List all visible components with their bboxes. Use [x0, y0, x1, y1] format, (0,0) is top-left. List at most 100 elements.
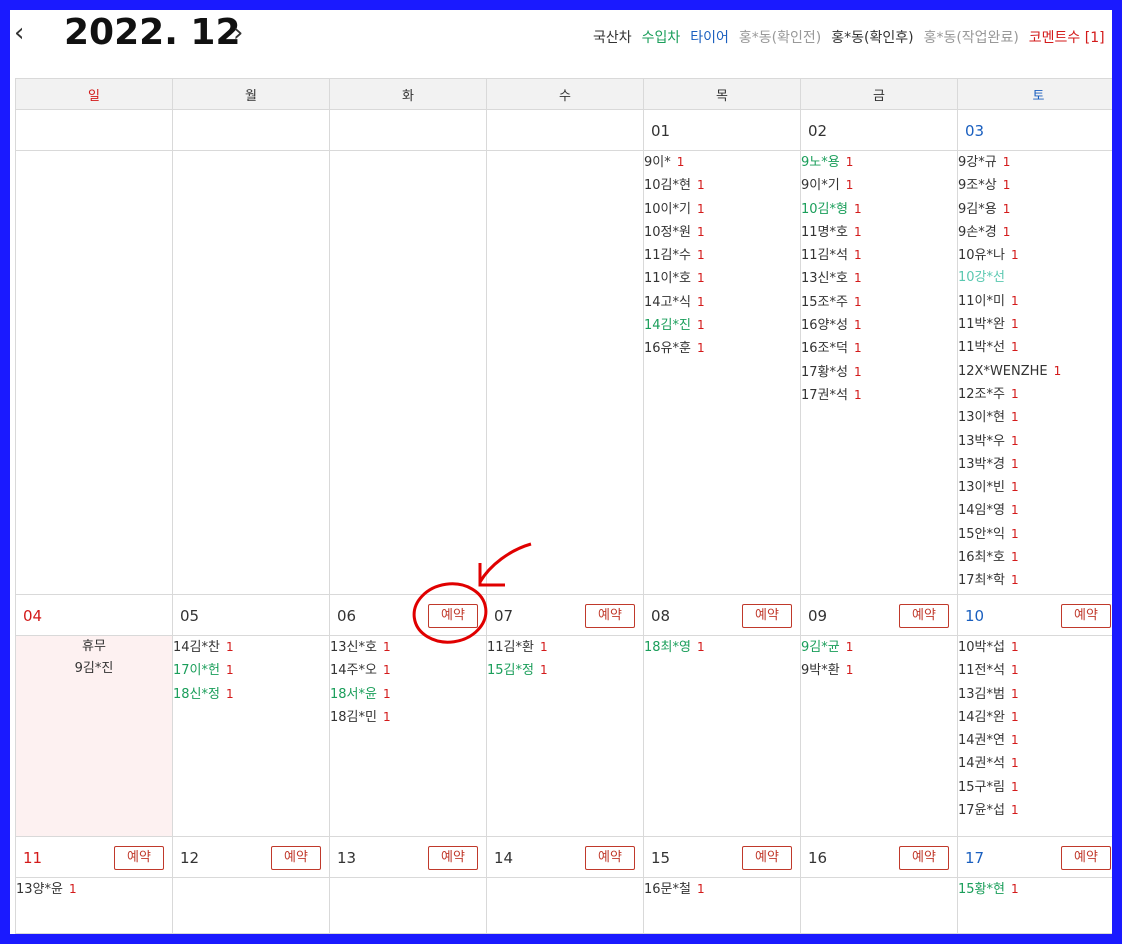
booking-name[interactable]: 13신*호	[330, 640, 377, 655]
booking-name[interactable]: 11이*호	[644, 271, 691, 286]
booking-entry[interactable]: 13양*윤 1	[16, 878, 172, 901]
reserve-button[interactable]: 예약	[428, 604, 478, 628]
booking-name[interactable]: 17최*학	[958, 573, 1005, 588]
booking-entry[interactable]: 11전*석 1	[958, 659, 1112, 682]
booking-name[interactable]: 16양*성	[801, 318, 848, 333]
booking-entry[interactable]: 11이*미 1	[958, 290, 1112, 313]
booking-entry[interactable]: 10이*기 1	[644, 198, 800, 221]
booking-entry[interactable]: 13신*호 1	[330, 636, 486, 659]
booking-entry[interactable]: 10박*섭 1	[958, 636, 1112, 659]
booking-name[interactable]: 16조*덕	[801, 341, 848, 356]
booking-name[interactable]: 11김*수	[644, 248, 691, 263]
booking-entry[interactable]: 9김*용 1	[958, 198, 1112, 221]
booking-entry[interactable]: 12X*WENZHE 1	[958, 360, 1112, 383]
booking-entry[interactable]: 9강*규 1	[958, 151, 1112, 174]
booking-name[interactable]: 10강*선	[958, 270, 1005, 285]
booking-entry[interactable]: 15안*익 1	[958, 523, 1112, 546]
reserve-button[interactable]: 예약	[742, 604, 792, 628]
next-month-icon[interactable]: ›	[233, 20, 243, 46]
booking-name[interactable]: 14고*식	[644, 295, 691, 310]
booking-name[interactable]: 13이*빈	[958, 480, 1005, 495]
booking-name[interactable]: 10유*나	[958, 248, 1005, 263]
booking-name[interactable]: 11김*환	[487, 640, 534, 655]
booking-entry[interactable]: 17윤*섭 1	[958, 799, 1112, 822]
booking-name[interactable]: 15황*현	[958, 882, 1005, 897]
booking-entry[interactable]: 14권*연 1	[958, 729, 1112, 752]
booking-name[interactable]: 9노*용	[801, 155, 840, 170]
booking-entry[interactable]: 14김*진 1	[644, 314, 800, 337]
booking-entry[interactable]: 13김*범 1	[958, 683, 1112, 706]
booking-name[interactable]: 10정*원	[644, 225, 691, 240]
reserve-button[interactable]: 예약	[271, 846, 321, 870]
booking-entry[interactable]: 9조*상 1	[958, 174, 1112, 197]
booking-name[interactable]: 11박*선	[958, 340, 1005, 355]
booking-name[interactable]: 18김*민	[330, 710, 377, 725]
booking-entry[interactable]: 11김*환 1	[487, 636, 643, 659]
booking-entry[interactable]: 12조*주 1	[958, 383, 1112, 406]
booking-entry[interactable]: 17권*석 1	[801, 384, 957, 407]
booking-entry[interactable]: 10정*원 1	[644, 221, 800, 244]
booking-name[interactable]: 12조*주	[958, 387, 1005, 402]
booking-entry[interactable]: 9이* 1	[644, 151, 800, 174]
booking-name[interactable]: 17황*성	[801, 365, 848, 380]
booking-entry[interactable]: 11명*호 1	[801, 221, 957, 244]
booking-entry[interactable]: 10유*나 1	[958, 244, 1112, 267]
booking-name[interactable]: 18서*윤	[330, 687, 377, 702]
booking-name[interactable]: 17이*헌	[173, 663, 220, 678]
booking-name[interactable]: 9강*규	[958, 155, 997, 170]
booking-entry[interactable]: 11김*수 1	[644, 244, 800, 267]
reserve-button[interactable]: 예약	[899, 604, 949, 628]
booking-entry[interactable]: 10김*현 1	[644, 174, 800, 197]
booking-name[interactable]: 13박*경	[958, 457, 1005, 472]
booking-entry[interactable]: 15구*림 1	[958, 776, 1112, 799]
booking-entry[interactable]: 16문*철 1	[644, 878, 800, 901]
booking-entry[interactable]: 16최*호 1	[958, 546, 1112, 569]
booking-entry[interactable]: 18최*영 1	[644, 636, 800, 659]
booking-name[interactable]: 11김*석	[801, 248, 848, 263]
booking-name[interactable]: 10박*섭	[958, 640, 1005, 655]
booking-name[interactable]: 18최*영	[644, 640, 691, 655]
booking-name[interactable]: 9박*환	[801, 663, 840, 678]
booking-name[interactable]: 15김*정	[487, 663, 534, 678]
booking-name[interactable]: 18신*정	[173, 687, 220, 702]
booking-name[interactable]: 15안*익	[958, 527, 1005, 542]
reserve-button[interactable]: 예약	[585, 604, 635, 628]
booking-name[interactable]: 14권*석	[958, 756, 1005, 771]
booking-name[interactable]: 13양*윤	[16, 882, 63, 897]
booking-entry[interactable]: 13박*경 1	[958, 453, 1112, 476]
booking-entry[interactable]: 17이*헌 1	[173, 659, 329, 682]
booking-entry[interactable]: 14주*오 1	[330, 659, 486, 682]
booking-name[interactable]: 12X*WENZHE	[958, 364, 1048, 379]
booking-name[interactable]: 10김*형	[801, 202, 848, 217]
booking-name[interactable]: 14권*연	[958, 733, 1005, 748]
booking-entry[interactable]: 10강*선	[958, 267, 1112, 289]
booking-entry[interactable]: 9노*용 1	[801, 151, 957, 174]
booking-entry[interactable]: 16양*성 1	[801, 314, 957, 337]
booking-entry[interactable]: 17황*성 1	[801, 361, 957, 384]
booking-name[interactable]: 9김*용	[958, 202, 997, 217]
booking-name[interactable]: 9손*경	[958, 225, 997, 240]
booking-entry[interactable]: 15김*정 1	[487, 659, 643, 682]
booking-entry[interactable]: 15조*주 1	[801, 291, 957, 314]
booking-entry[interactable]: 9손*경 1	[958, 221, 1112, 244]
booking-entry[interactable]: 13신*호 1	[801, 267, 957, 290]
prev-month-icon[interactable]: ‹	[14, 20, 24, 46]
booking-name[interactable]: 16유*훈	[644, 341, 691, 356]
booking-entry[interactable]: 14고*식 1	[644, 291, 800, 314]
booking-entry[interactable]: 14김*찬 1	[173, 636, 329, 659]
booking-name[interactable]: 10김*현	[644, 178, 691, 193]
booking-name[interactable]: 9김*균	[801, 640, 840, 655]
booking-name[interactable]: 9조*상	[958, 178, 997, 193]
booking-entry[interactable]: 18서*윤 1	[330, 683, 486, 706]
booking-name[interactable]: 14김*진	[644, 318, 691, 333]
booking-entry[interactable]: 13이*빈 1	[958, 476, 1112, 499]
booking-name[interactable]: 17윤*섭	[958, 803, 1005, 818]
reserve-button[interactable]: 예약	[114, 846, 164, 870]
booking-name[interactable]: 13박*우	[958, 434, 1005, 449]
reserve-button[interactable]: 예약	[1061, 846, 1111, 870]
booking-entry[interactable]: 14권*석 1	[958, 752, 1112, 775]
reserve-button[interactable]: 예약	[899, 846, 949, 870]
booking-name[interactable]: 13김*범	[958, 687, 1005, 702]
booking-name[interactable]: 9이*	[644, 155, 671, 170]
booking-entry[interactable]: 16조*덕 1	[801, 337, 957, 360]
